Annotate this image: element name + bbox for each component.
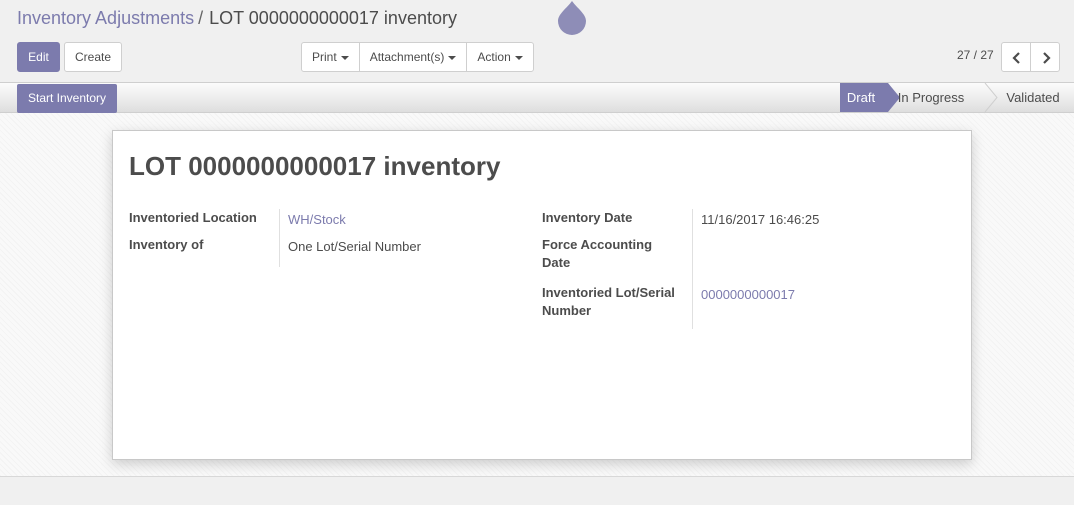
caret-down-icon [448, 55, 457, 60]
create-button[interactable]: Create [64, 42, 122, 72]
force-accounting-date-label: Force Accounting Date [542, 236, 652, 272]
force-accounting-date-label-line2: Date [542, 255, 571, 270]
stage-draft: Draft [840, 83, 882, 112]
breadcrumb-separator: / [198, 8, 204, 28]
field-divider [692, 209, 693, 329]
inventory-date-value: 11/16/2017 16:46:25 [701, 212, 820, 227]
form-sheet: LOT 0000000000017 inventory Inventoried … [112, 130, 972, 460]
action-dropdown[interactable]: Action [466, 42, 534, 72]
pager-previous-button[interactable] [1001, 42, 1031, 72]
loading-drop-icon [557, 0, 587, 41]
control-panel: Inventory Adjustments / LOT 0000000000017 … [0, 0, 1074, 82]
breadcrumb-current: LOT 0000000000017 inventory [209, 8, 457, 28]
field-divider [279, 209, 280, 267]
stage-validated[interactable]: Validated [998, 83, 1068, 112]
pager-value[interactable]: 27 / 27 [957, 48, 994, 62]
inventoried-lot-label: Inventoried Lot/Serial Number [542, 284, 675, 320]
breadcrumb-parent-link[interactable]: Inventory Adjustments [17, 8, 194, 28]
force-accounting-date-label-line1: Force Accounting [542, 237, 653, 252]
caret-down-icon [340, 55, 349, 60]
form-header: Start Inventory Draft In Progress Valida… [0, 82, 1074, 113]
sidebar-actions: Print Attachment(s) Action [301, 42, 534, 72]
stage-in-progress[interactable]: In Progress [881, 83, 981, 112]
inventoried-location-link[interactable]: WH/Stock [288, 211, 346, 229]
caret-down-icon [514, 55, 523, 60]
chevron-left-icon [1012, 52, 1020, 64]
start-inventory-button[interactable]: Start Inventory [17, 84, 118, 113]
inventoried-lot-label-line1: Inventoried Lot/Serial [542, 285, 675, 300]
breadcrumb: Inventory Adjustments / LOT 0000000000017 … [17, 8, 457, 29]
inventory-of-label: Inventory of [129, 237, 204, 252]
attachments-label: Attachment(s) [369, 50, 445, 64]
inventoried-lot-label-line2: Number [542, 303, 592, 318]
chatter-footer [0, 476, 1074, 505]
attachments-dropdown[interactable]: Attachment(s) [358, 42, 468, 72]
action-label: Action [477, 50, 511, 64]
record-title: LOT 0000000000017 inventory [129, 151, 501, 181]
pager-next-button[interactable] [1030, 42, 1060, 72]
chevron-right-icon [1043, 52, 1051, 64]
inventory-of-value: One Lot/Serial Number [288, 239, 421, 254]
inventoried-location-label: Inventoried Location [129, 210, 257, 225]
inventoried-lot-link[interactable]: 0000000000017 [701, 286, 795, 304]
print-label: Print [312, 50, 337, 64]
print-dropdown[interactable]: Print [301, 42, 360, 72]
edit-button[interactable]: Edit [17, 42, 60, 72]
inventory-date-label: Inventory Date [542, 210, 633, 225]
